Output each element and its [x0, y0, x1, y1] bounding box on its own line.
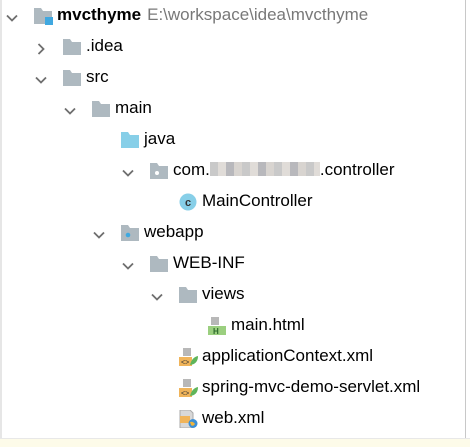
tree-item-label: MainController: [202, 191, 313, 211]
tree-item-label: WEB-INF: [173, 253, 245, 273]
tree-item-label: src: [86, 67, 109, 87]
chevron-down-icon[interactable]: [122, 164, 134, 177]
tree-item-web-inf[interactable]: WEB-INF: [0, 248, 465, 279]
folder-icon: [62, 69, 82, 87]
web-folder-icon: [120, 224, 140, 242]
tree-item-package[interactable]: com. .controller: [0, 155, 465, 186]
item-name: applicationContext.xml: [202, 346, 374, 365]
item-name: main.html: [231, 315, 305, 334]
item-name: main: [115, 98, 152, 117]
svg-text:<>: <>: [181, 360, 189, 367]
tree-item-root[interactable]: mvcthyme E:\workspace\idea\mvcthyme: [0, 0, 465, 31]
tree-item-maincontroller[interactable]: c MainController: [0, 186, 465, 217]
tree-item-main[interactable]: main: [0, 93, 465, 124]
tree-item-label: mvcthyme E:\workspace\idea\mvcthyme: [57, 5, 368, 25]
class-icon: c: [178, 193, 198, 211]
folder-icon: [62, 38, 82, 56]
module-folder-icon: [33, 7, 53, 25]
folder-icon: [149, 255, 169, 273]
svg-text:H: H: [213, 327, 219, 335]
chevron-down-icon[interactable]: [151, 288, 163, 301]
item-name: spring-mvc-demo-servlet.xml: [202, 377, 421, 396]
folder-icon: [91, 100, 111, 118]
svg-text:<>: <>: [181, 391, 189, 398]
project-name: mvcthyme: [57, 5, 142, 24]
folder-icon: [178, 286, 198, 304]
item-name: src: [86, 67, 109, 86]
tree-item-label: com. .controller: [173, 160, 394, 180]
item-name: .idea: [86, 36, 123, 55]
tree-item-label: spring-mvc-demo-servlet.xml: [202, 377, 420, 397]
tree-item-label: .idea: [86, 36, 123, 56]
project-tree: mvcthyme E:\workspace\idea\mvcthyme .idea s…: [0, 0, 466, 438]
tree-item-applicationcontext-xml[interactable]: <> applicationContext.xml: [0, 341, 465, 372]
source-folder-icon: [120, 131, 140, 149]
chevron-down-icon[interactable]: [35, 71, 47, 84]
chevron-down-icon[interactable]: [93, 226, 105, 239]
item-name: WEB-INF: [173, 253, 245, 272]
tree-item-label: views: [202, 284, 245, 304]
project-path: E:\workspace\idea\mvcthyme: [147, 5, 369, 24]
tree-item-webapp[interactable]: webapp: [0, 217, 465, 248]
scrollbar-track[interactable]: [465, 0, 466, 438]
package-suffix: .controller: [319, 160, 395, 179]
item-name: web.xml: [202, 408, 265, 427]
tree-item-label: webapp: [144, 222, 204, 242]
chevron-down-icon[interactable]: [122, 257, 134, 270]
tree-item-java[interactable]: java: [0, 124, 465, 155]
tree-item-views[interactable]: views: [0, 279, 465, 310]
redacted-text: [209, 162, 320, 176]
tree-item--idea[interactable]: .idea: [0, 31, 465, 62]
svg-text:c: c: [185, 197, 191, 209]
web-xml-icon: [178, 409, 198, 429]
item-name: java: [144, 129, 176, 148]
tree-item-label: applicationContext.xml: [202, 346, 373, 366]
tree-item-src[interactable]: src: [0, 62, 465, 93]
tree-item-label: web.xml: [202, 408, 264, 428]
tree-item-label: main.html: [231, 315, 305, 335]
html-file-icon: H: [207, 317, 227, 336]
package-icon: [149, 162, 169, 180]
tree-item-main-html[interactable]: Hmain.html: [0, 310, 465, 341]
chevron-right-icon[interactable]: [35, 40, 47, 55]
item-name: views: [202, 284, 245, 303]
package-prefix: com.: [173, 160, 210, 179]
tree-item-label: main: [115, 98, 152, 118]
spring-xml-icon: <>: [178, 348, 198, 367]
item-name: webapp: [144, 222, 204, 241]
item-name: MainController: [202, 191, 313, 210]
tree-item-web-xml[interactable]: web.xml: [0, 403, 465, 434]
tree-item-label: java: [144, 129, 175, 149]
chevron-down-icon[interactable]: [6, 9, 18, 22]
chevron-down-icon[interactable]: [64, 102, 76, 115]
spring-xml-icon: <>: [178, 379, 198, 398]
tree-item-spring-mvc-demo-servlet-xml[interactable]: <> spring-mvc-demo-servlet.xml: [0, 372, 465, 403]
